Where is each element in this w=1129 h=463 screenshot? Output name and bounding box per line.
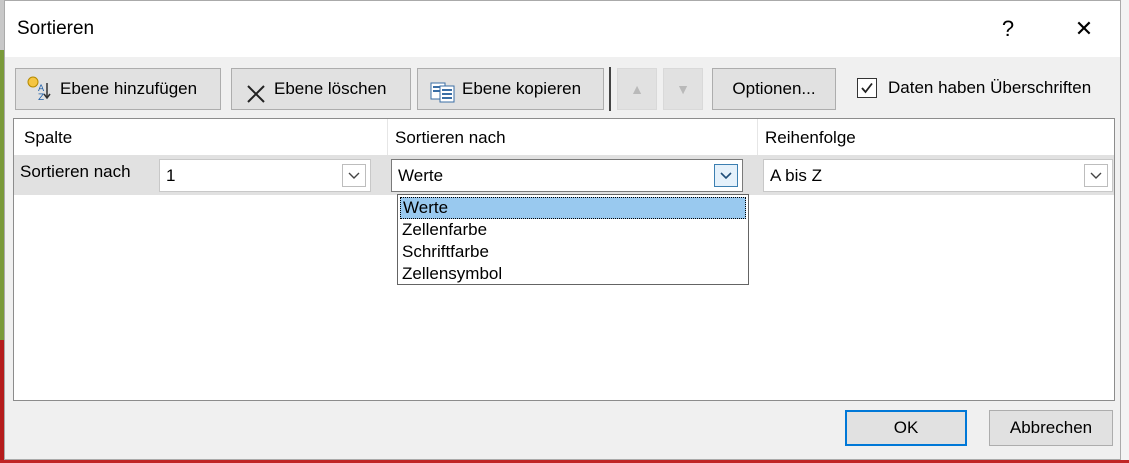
order-select[interactable]: A bis Z xyxy=(763,159,1113,192)
sort-on-select-value: Werte xyxy=(398,166,444,185)
dropdown-option-werte[interactable]: Werte xyxy=(400,197,746,219)
chevron-down-icon[interactable] xyxy=(714,164,738,187)
dropdown-option-schriftfarbe[interactable]: Schriftfarbe xyxy=(400,241,746,263)
copy-icon xyxy=(430,78,456,118)
add-level-button[interactable]: A Z Ebene hinzufügen xyxy=(15,68,221,110)
add-level-icon: A Z xyxy=(26,75,52,116)
move-down-button[interactable]: ▼ xyxy=(663,68,703,110)
close-button[interactable]: ✕ xyxy=(1061,11,1107,47)
title-bar: Sortieren ? ✕ xyxy=(5,1,1120,57)
dropdown-option-zellensymbol[interactable]: Zellensymbol xyxy=(400,263,746,285)
ok-button[interactable]: OK xyxy=(845,410,967,446)
column-header-spalte: Spalte xyxy=(24,128,73,147)
chevron-down-icon[interactable] xyxy=(1084,164,1108,187)
background-edge-right xyxy=(1121,0,1129,463)
headers-checkbox[interactable] xyxy=(857,78,877,98)
dropdown-option-zellenfarbe[interactable]: Zellenfarbe xyxy=(400,219,746,241)
row-label: Sortieren nach xyxy=(20,162,131,181)
dialog-title: Sortieren xyxy=(17,18,95,39)
delete-icon xyxy=(246,79,266,119)
toolbar-separator xyxy=(609,67,611,111)
delete-level-label: Ebene löschen xyxy=(274,79,387,98)
add-level-label: Ebene hinzufügen xyxy=(60,79,198,98)
column-divider xyxy=(757,119,758,155)
sort-on-select[interactable]: Werte xyxy=(391,159,743,192)
column-divider xyxy=(387,119,388,155)
headers-checkbox-label[interactable]: Daten haben Überschriften xyxy=(888,78,1091,98)
column-select[interactable]: 1 xyxy=(159,159,371,192)
column-header-reihenfolge: Reihenfolge xyxy=(765,128,856,147)
sort-levels-grid: Spalte Sortieren nach Reihenfolge Sortie… xyxy=(13,118,1115,401)
column-select-value: 1 xyxy=(166,166,176,185)
cancel-button[interactable]: Abbrechen xyxy=(989,410,1113,446)
copy-level-label: Ebene kopieren xyxy=(462,79,582,98)
options-label: Optionen... xyxy=(732,79,816,98)
chevron-down-icon[interactable] xyxy=(342,164,366,187)
sort-on-dropdown-list: Werte Zellenfarbe Schriftfarbe Zellensym… xyxy=(397,194,749,285)
delete-level-button[interactable]: Ebene löschen xyxy=(231,68,411,110)
move-up-button[interactable]: ▲ xyxy=(617,68,657,110)
svg-text:Z: Z xyxy=(38,93,44,101)
arrow-up-icon: ▲ xyxy=(630,81,644,97)
sort-dialog: Sortieren ? ✕ A Z Ebene hinzufügen Ebene… xyxy=(4,0,1121,460)
order-select-value: A bis Z xyxy=(770,166,822,185)
column-header-sortieren-nach: Sortieren nach xyxy=(395,128,506,147)
copy-level-button[interactable]: Ebene kopieren xyxy=(417,68,604,110)
help-button[interactable]: ? xyxy=(985,11,1031,47)
arrow-down-icon: ▼ xyxy=(676,81,690,97)
checkmark-icon xyxy=(861,82,873,94)
options-button[interactable]: Optionen... xyxy=(712,68,836,110)
